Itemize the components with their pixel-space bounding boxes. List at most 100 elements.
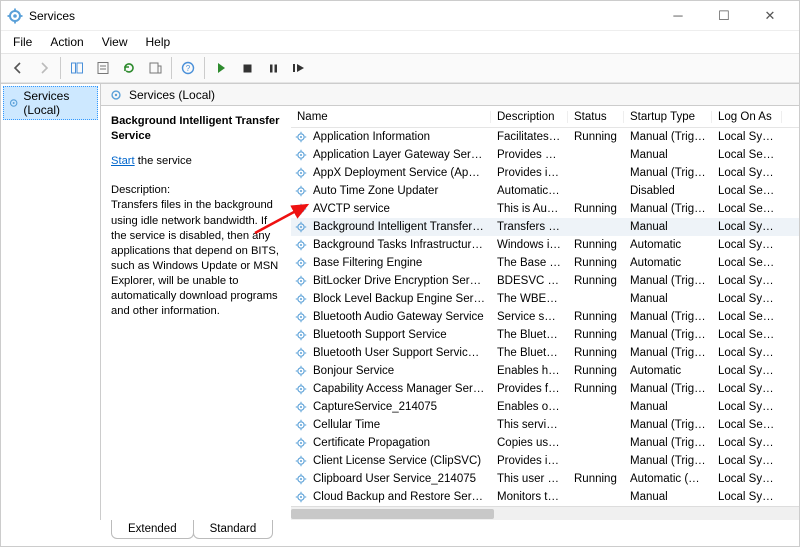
col-logon[interactable]: Log On As	[712, 111, 782, 123]
menu-file[interactable]: File	[5, 33, 40, 51]
service-gear-icon	[291, 166, 307, 180]
service-name: Application Layer Gateway Service	[307, 149, 491, 161]
column-headers: Name Description Status Startup Type Log…	[291, 106, 799, 128]
start-service-link[interactable]: Start	[111, 155, 135, 167]
help-button[interactable]: ?	[176, 56, 200, 80]
tree-pane: Services (Local)	[1, 84, 101, 520]
description-label: Description:	[111, 183, 281, 198]
service-row[interactable]: Base Filtering EngineThe Base Filt...Run…	[291, 254, 799, 272]
service-gear-icon	[291, 256, 307, 270]
service-name: Capability Access Manager Service	[307, 383, 491, 395]
service-row[interactable]: Certificate PropagationCopies user ...Ma…	[291, 434, 799, 452]
service-row[interactable]: Bonjour ServiceEnables har...RunningAuto…	[291, 362, 799, 380]
service-row[interactable]: Client License Service (ClipSVC)Provides…	[291, 452, 799, 470]
service-status: Running	[568, 275, 624, 287]
service-gear-icon	[291, 472, 307, 486]
service-row[interactable]: AVCTP serviceThis is Audio...RunningManu…	[291, 200, 799, 218]
toolbar: ?	[1, 53, 799, 83]
service-gear-icon	[291, 346, 307, 360]
service-row[interactable]: Background Tasks Infrastructure ServiceW…	[291, 236, 799, 254]
service-desc: Service supp...	[491, 311, 568, 323]
service-logon: Local Servic	[712, 311, 782, 323]
minimize-button[interactable]: ─	[655, 1, 701, 31]
service-row[interactable]: Bluetooth Audio Gateway ServiceService s…	[291, 308, 799, 326]
service-row[interactable]: Application InformationFacilitates th...…	[291, 128, 799, 146]
service-row[interactable]: Capability Access Manager ServiceProvide…	[291, 380, 799, 398]
service-logon: Local Syster	[712, 131, 782, 143]
service-row[interactable]: Auto Time Zone UpdaterAutomaticall...Dis…	[291, 182, 799, 200]
service-desc: Enables har...	[491, 365, 568, 377]
service-desc: Facilitates th...	[491, 131, 568, 143]
back-button[interactable]	[6, 56, 30, 80]
menu-view[interactable]: View	[94, 33, 136, 51]
tree-node-services-local[interactable]: Services (Local)	[3, 86, 98, 120]
service-startup: Manual (Trigg...	[624, 419, 712, 431]
forward-button[interactable]	[32, 56, 56, 80]
service-status: Running	[568, 131, 624, 143]
service-gear-icon	[291, 184, 307, 198]
service-row[interactable]: Clipboard User Service_214075This user s…	[291, 470, 799, 488]
detail-pane: Background Intelligent Transfer Service …	[101, 106, 291, 520]
tree-node-label: Services (Local)	[23, 89, 93, 117]
show-hide-tree-button[interactable]	[65, 56, 89, 80]
pause-service-button[interactable]	[261, 56, 285, 80]
service-row[interactable]: Application Layer Gateway ServiceProvide…	[291, 146, 799, 164]
stop-service-button[interactable]	[235, 56, 259, 80]
service-startup: Manual	[624, 293, 712, 305]
col-description[interactable]: Description	[491, 111, 568, 123]
properties-button[interactable]	[91, 56, 115, 80]
service-desc: Provides faci...	[491, 383, 568, 395]
restart-service-button[interactable]	[287, 56, 311, 80]
col-startup[interactable]: Startup Type	[624, 111, 712, 123]
service-logon: Local Syster	[712, 401, 782, 413]
service-desc: Automaticall...	[491, 185, 568, 197]
service-row[interactable]: Background Intelligent Transfer ServiceT…	[291, 218, 799, 236]
service-startup: Manual (Trigg...	[624, 455, 712, 467]
refresh-button[interactable]	[117, 56, 141, 80]
service-desc: This is Audio...	[491, 203, 568, 215]
maximize-button[interactable]: ☐	[701, 1, 747, 31]
service-row[interactable]: Cloud Backup and Restore Service_214...M…	[291, 488, 799, 506]
col-name[interactable]: Name	[291, 111, 491, 123]
service-startup: Automatic	[624, 257, 712, 269]
service-logon: Local Servic	[712, 185, 782, 197]
export-list-button[interactable]	[143, 56, 167, 80]
service-row[interactable]: AppX Deployment Service (AppXSVC)Provide…	[291, 164, 799, 182]
service-startup: Disabled	[624, 185, 712, 197]
service-gear-icon	[291, 418, 307, 432]
service-name: Client License Service (ClipSVC)	[307, 455, 491, 467]
service-gear-icon	[291, 238, 307, 252]
service-gear-icon	[291, 454, 307, 468]
service-row[interactable]: Bluetooth User Support Service_214075The…	[291, 344, 799, 362]
panel-header-label: Services (Local)	[129, 88, 215, 102]
menu-action[interactable]: Action	[42, 33, 91, 51]
service-name: Block Level Backup Engine Service	[307, 293, 491, 305]
close-button[interactable]: ✕	[747, 1, 793, 31]
horizontal-scrollbar[interactable]	[291, 506, 799, 520]
service-name: Clipboard User Service_214075	[307, 473, 491, 485]
service-status: Running	[568, 311, 624, 323]
service-gear-icon	[291, 382, 307, 396]
service-logon: Local Syster	[712, 293, 782, 305]
service-rows[interactable]: Application InformationFacilitates th...…	[291, 128, 799, 506]
service-status: Running	[568, 347, 624, 359]
service-name: Bonjour Service	[307, 365, 491, 377]
tab-extended[interactable]: Extended	[111, 520, 194, 539]
tab-standard[interactable]: Standard	[193, 520, 274, 539]
service-logon: Local Syster	[712, 437, 782, 449]
service-gear-icon	[291, 130, 307, 144]
service-gear-icon	[291, 436, 307, 450]
service-row[interactable]: Block Level Backup Engine ServiceThe WBE…	[291, 290, 799, 308]
selected-service-title: Background Intelligent Transfer Service	[111, 114, 281, 144]
service-gear-icon	[291, 400, 307, 414]
service-logon: Local Syster	[712, 221, 782, 233]
col-status[interactable]: Status	[568, 111, 624, 123]
service-row[interactable]: BitLocker Drive Encryption ServiceBDESVC…	[291, 272, 799, 290]
start-service-button[interactable]	[209, 56, 233, 80]
service-row[interactable]: CaptureService_214075Enables opti...Manu…	[291, 398, 799, 416]
service-startup: Manual	[624, 221, 712, 233]
service-row[interactable]: Cellular TimeThis service ...Manual (Tri…	[291, 416, 799, 434]
service-row[interactable]: Bluetooth Support ServiceThe Bluetoo...R…	[291, 326, 799, 344]
service-startup: Automatic	[624, 365, 712, 377]
menu-help[interactable]: Help	[138, 33, 179, 51]
